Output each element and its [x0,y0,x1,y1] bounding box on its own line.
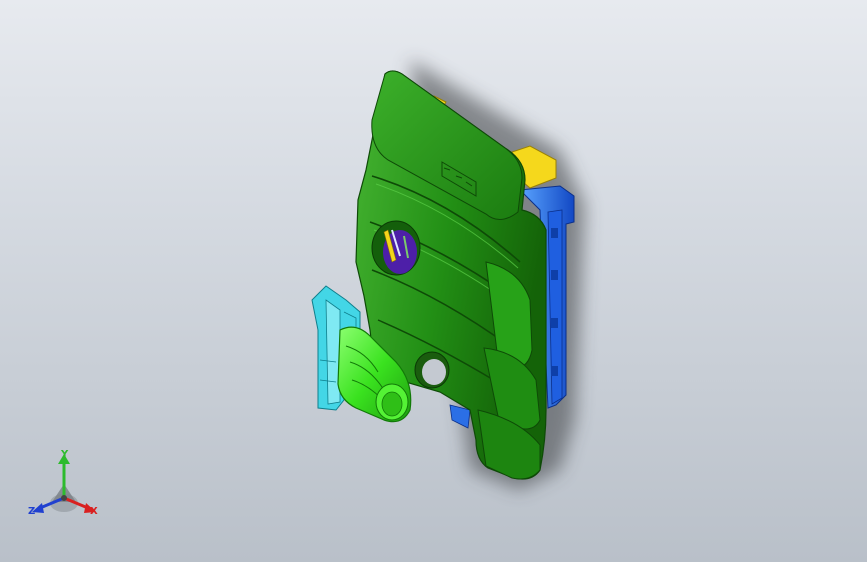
graphics-viewport[interactable]: Y X Z [0,0,867,562]
lower-opening[interactable] [414,351,450,389]
triad-z-label: Z [28,506,36,517]
triad-y-label: Y [61,449,69,460]
upper-opening[interactable] [371,220,421,276]
reference-triad: Y X Z [22,446,106,526]
cad-model[interactable] [0,0,867,562]
triad-x-label: X [90,506,98,517]
